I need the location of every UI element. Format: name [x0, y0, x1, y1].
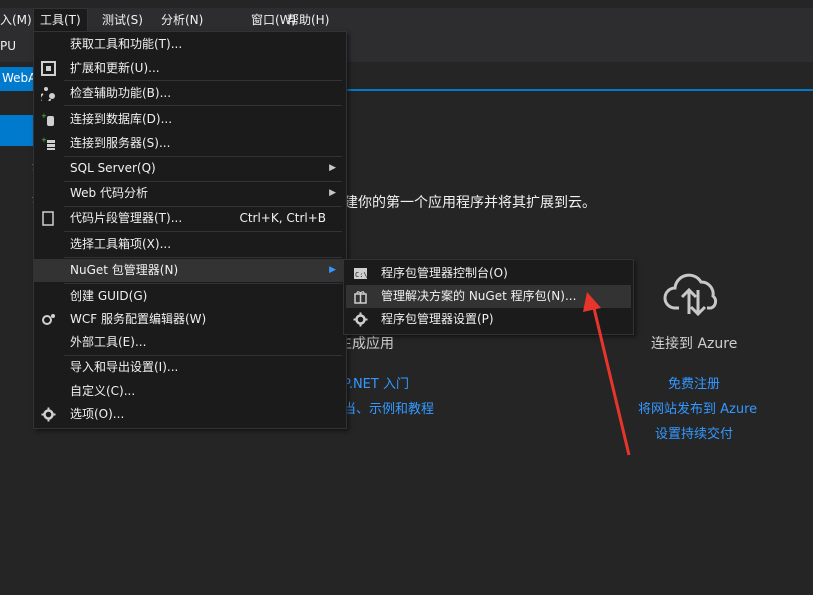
menu-separator — [64, 257, 342, 258]
menu-item-label: 导入和导出设置(I)... — [70, 360, 179, 374]
menu-item-wcf-editor[interactable]: WCF 服务配置编辑器(W) — [34, 308, 346, 331]
menu-item-label: 连接到数据库(D)... — [70, 112, 173, 126]
menu-help[interactable]: 帮助(H) — [281, 8, 335, 32]
menu-item-label: 外部工具(E)... — [70, 335, 147, 349]
menu-tools[interactable]: 工具(T) — [33, 8, 88, 33]
gear-icon — [41, 407, 56, 422]
menu-bar: 入(M) 工具(T) 测试(S) 分析(N) 窗口(W) 帮助(H) — [0, 8, 813, 33]
svg-text:C:\: C:\ — [355, 271, 368, 279]
menu-item-label: NuGet 包管理器(N) — [70, 263, 179, 277]
menu-item-extensions[interactable]: 扩展和更新(U)... — [34, 57, 346, 80]
menu-item-label: 管理解决方案的 NuGet 程序包(N)... — [381, 289, 577, 303]
menu-separator — [64, 283, 342, 284]
menu-item-label: 程序包管理器控制台(O) — [381, 266, 508, 280]
menu-item-options[interactable]: 选项(O)... — [34, 403, 346, 426]
menu-item-snippet-manager[interactable]: 代码片段管理器(T)... Ctrl+K, Ctrl+B — [34, 207, 346, 230]
database-icon: + — [41, 112, 54, 126]
menu-item-customize[interactable]: 自定义(C)... — [34, 380, 346, 403]
menu-item-label: Web 代码分析 — [70, 186, 148, 200]
svg-text:+: + — [41, 136, 47, 144]
gear-icon — [353, 312, 368, 327]
menu-item-external-tools[interactable]: 外部工具(E)... — [34, 331, 346, 354]
menu-separator — [64, 105, 342, 106]
menu-item-label: 自定义(C)... — [70, 384, 136, 398]
menu-item-label: SQL Server(Q) — [70, 161, 156, 175]
menu-item-label: 连接到服务器(S)... — [70, 136, 171, 150]
menu-item-label: 检查辅助功能(B)... — [70, 86, 172, 100]
continuous-delivery-link[interactable]: 设置持续交付 — [655, 423, 733, 442]
menu-item-label: 创建 GUID(G) — [70, 289, 148, 303]
submenu-arrow-icon: ▶ — [329, 265, 336, 275]
menu-test[interactable]: 测试(S) — [96, 8, 149, 32]
menu-item-label: 扩展和更新(U)... — [70, 61, 160, 75]
menu-item-web-code-analysis[interactable]: Web 代码分析 ▶ — [34, 182, 346, 205]
docs-samples-link[interactable]: 当、示例和教程 — [343, 398, 434, 417]
menu-item-create-guid[interactable]: 创建 GUID(G) — [34, 285, 346, 308]
menu-separator — [64, 231, 342, 232]
aspnet-getting-started-link[interactable]: P.NET 入门 — [343, 373, 409, 392]
wcf-gear-icon — [42, 314, 55, 325]
submenu-item-package-console[interactable]: C:\ 程序包管理器控制台(O) — [346, 262, 631, 285]
start-nav-selected[interactable] — [0, 115, 34, 146]
menu-item-sql-server[interactable]: SQL Server(Q) ▶ — [34, 157, 346, 180]
submenu-arrow-icon: ▶ — [329, 163, 336, 173]
menu-item-accessibility[interactable]: 检查辅助功能(B)... — [34, 82, 346, 105]
red-annotation-arrow-icon — [583, 292, 631, 456]
start-intro-text: 建你的第一个应用程序并将其扩展到云。 — [344, 195, 596, 211]
menu-item-shortcut: Ctrl+K, Ctrl+B — [239, 211, 326, 225]
menu-item-connect-database[interactable]: + 连接到数据库(D)... — [34, 108, 346, 131]
menu-item-label: WCF 服务配置编辑器(W) — [70, 312, 207, 326]
menu-analyze[interactable]: 分析(N) — [155, 8, 209, 32]
server-icon: + — [41, 136, 55, 150]
menu-item-label: 程序包管理器设置(P) — [381, 312, 494, 326]
connect-azure-title: 连接到 Azure — [651, 336, 738, 352]
tools-dropdown-menu: 获取工具和功能(T)... 扩展和更新(U)... 检查辅助功能(B)... +… — [33, 31, 347, 429]
extensions-icon — [41, 61, 56, 76]
submenu-arrow-icon: ▶ — [329, 188, 336, 198]
snippet-icon — [42, 211, 54, 226]
cloud-upload-icon — [663, 273, 718, 316]
menu-item-label: 代码片段管理器(T)... — [70, 211, 183, 225]
menu-item-connect-server[interactable]: + 连接到服务器(S)... — [34, 132, 346, 155]
menu-item-label: 选项(O)... — [70, 407, 125, 421]
menu-item-label: 选择工具箱项(X)... — [70, 237, 172, 251]
publish-to-azure-link[interactable]: 将网站发布到 Azure — [638, 398, 757, 417]
accessibility-icon — [41, 87, 55, 101]
svg-text:+: + — [41, 112, 47, 120]
free-signup-link[interactable]: 免费注册 — [668, 373, 720, 392]
menu-separator — [64, 80, 342, 81]
menu-item-choose-toolbox[interactable]: 选择工具箱项(X)... — [34, 233, 346, 256]
menu-item-label: 获取工具和功能(T)... — [70, 37, 183, 51]
menu-item-get-tools[interactable]: 获取工具和功能(T)... — [34, 33, 346, 56]
menu-item-import-export[interactable]: 导入和导出设置(I)... — [34, 356, 346, 379]
package-icon — [354, 291, 367, 304]
console-icon: C:\ — [354, 268, 368, 279]
menu-item-nuget-manager[interactable]: NuGet 包管理器(N) ▶ — [34, 259, 346, 282]
solution-platform-dropdown[interactable]: PU — [0, 39, 16, 53]
